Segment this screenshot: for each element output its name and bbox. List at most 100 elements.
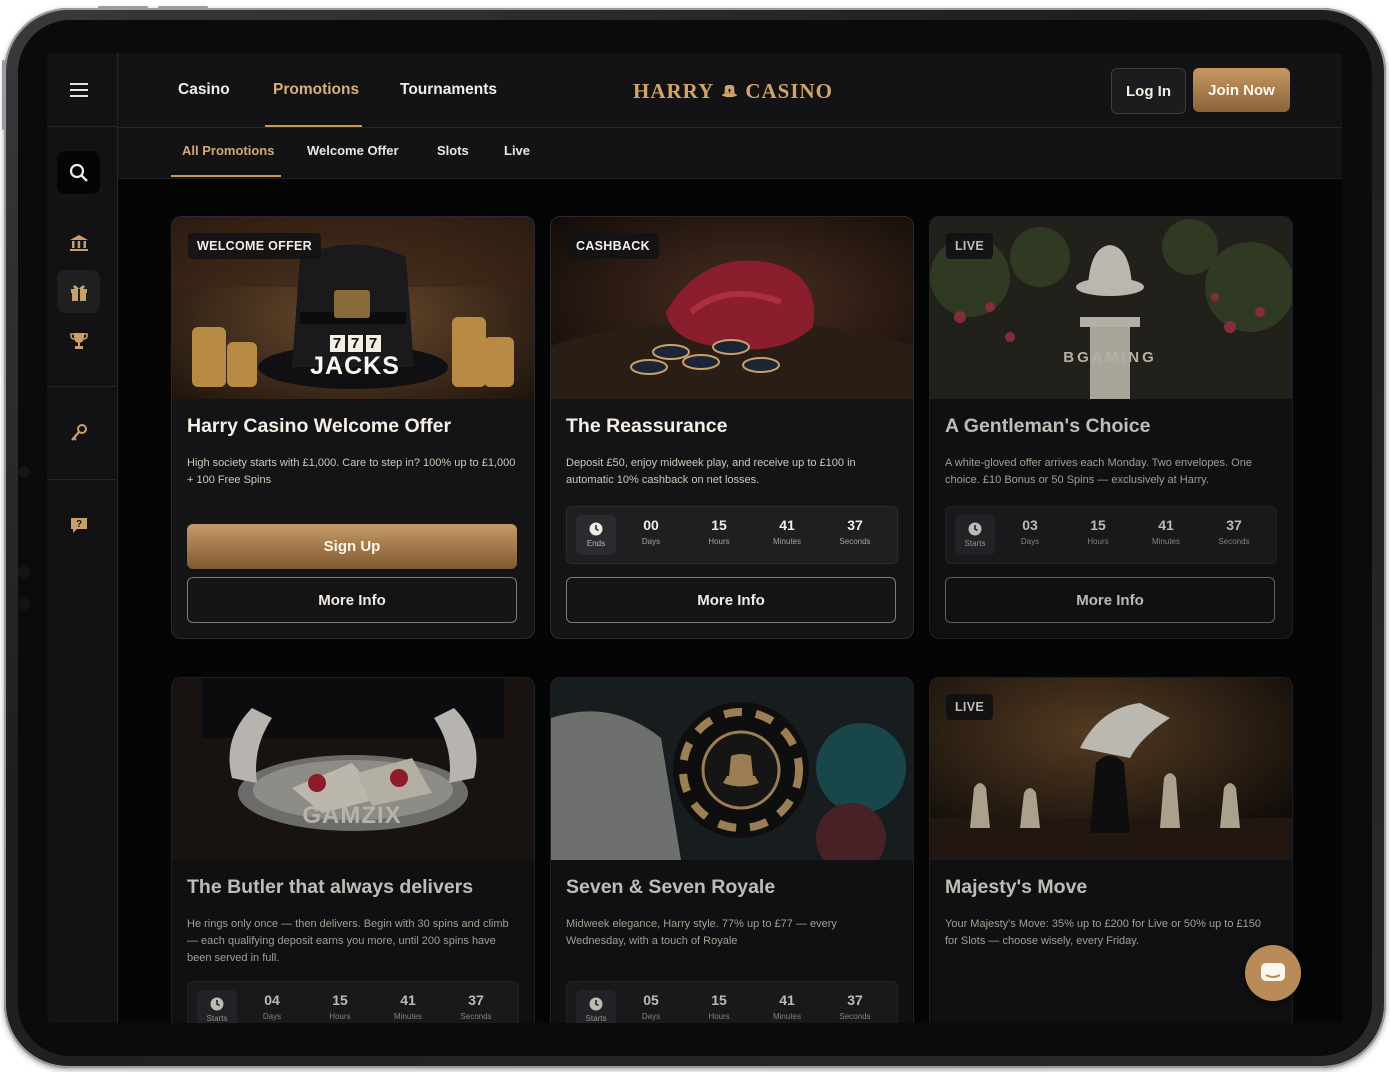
svg-text:?: ? (75, 519, 81, 530)
divider (47, 126, 117, 127)
divider (47, 386, 117, 387)
trophy-icon[interactable] (57, 319, 100, 362)
promo-title: Majesty's Move (945, 876, 1088, 898)
promo-description: Your Majesty's Move: 35% up to £200 for … (945, 918, 1261, 947)
timer-days: 05 Days (641, 992, 661, 1021)
promo-card: Seven & Seven Royale Midweek elegance, H… (550, 677, 914, 1023)
join-now-button[interactable]: Join Now (1193, 68, 1290, 112)
timer-label: Ends (586, 539, 606, 548)
tab-live[interactable]: Live (504, 143, 530, 158)
promo-image: LIVE BGAMING (930, 217, 1292, 399)
live-chat-button[interactable] (1245, 945, 1301, 1001)
countdown-timer: Ends 00 Days 15 Hours 41 Minutes 37 Seconds (566, 506, 898, 564)
promo-title: The Reassurance (566, 415, 728, 437)
promo-badge: LIVE (946, 233, 993, 259)
jacks-logo: 7 7 7 JACKS (305, 335, 405, 381)
promo-description: A white-gloved offer arrives each Monday… (945, 457, 1252, 486)
jacks-wordmark: JACKS (310, 352, 400, 380)
divider (47, 479, 117, 480)
timer-minutes: 41 Minutes (393, 992, 422, 1021)
sidebar: ? (47, 53, 118, 1023)
more-info-button[interactable]: More Info (945, 577, 1275, 623)
search-icon[interactable] (57, 151, 100, 194)
timer-hours: 15 Hours (708, 992, 730, 1021)
promo-card: GAMZIX The Butler that always delivers H… (171, 677, 535, 1023)
key-icon[interactable] (57, 411, 100, 454)
timer-seconds: 37 Seconds (839, 992, 871, 1021)
promo-image (551, 678, 913, 860)
promo-badge: CASHBACK (567, 233, 659, 259)
gift-icon[interactable] (57, 270, 100, 313)
promo-badge: WELCOME OFFER (188, 233, 322, 259)
promo-card: LIVE BGAMING A Gentleman's Choice A whit… (929, 216, 1293, 639)
promo-card: CASHBACK The Reassurance Deposit £50, en… (550, 216, 914, 639)
promo-description: High society starts with £1,000. Care to… (187, 457, 516, 486)
countdown-timer: Starts 04 Days 15 Hours 41 Minutes 37 Second… (187, 981, 519, 1023)
hat-logo-icon (721, 84, 738, 98)
tab-all-promotions[interactable]: All Promotions (182, 143, 274, 158)
countdown-timer: Starts 03 Days 15 Hours 41 Minutes 37 Second… (945, 506, 1277, 564)
top-navigation: Casino Promotions Tournaments HARRY CASI… (118, 53, 1342, 128)
device-sensor (18, 598, 30, 610)
brand-logo[interactable]: HARRY CASINO (633, 76, 833, 106)
promo-title: A Gentleman's Choice (945, 415, 1151, 437)
device-button (2, 60, 5, 130)
promo-description: Midweek elegance, Harry style. 77% up to… (566, 918, 837, 947)
active-filter-indicator (171, 175, 281, 177)
provider-logo: BGAMING (1063, 349, 1157, 366)
timer-minutes: 41 Minutes (1151, 517, 1180, 546)
reel-symbol: 7 (329, 335, 345, 352)
active-tab-indicator (265, 125, 362, 127)
promo-card: WELCOME OFFER 7 7 7 JACKS Harry Casino W… (171, 216, 535, 639)
help-icon[interactable]: ? (57, 503, 100, 546)
menu-icon[interactable] (57, 68, 100, 111)
promo-title: Seven & Seven Royale (566, 876, 776, 898)
logo-text-right: CASINO (745, 78, 833, 103)
timer-label: Starts (206, 1014, 228, 1023)
promo-description: Deposit £50, enjoy midweek play, and rec… (566, 457, 856, 486)
sign-up-button[interactable]: Sign Up (187, 524, 517, 569)
app-screen: ? Casino Promotions Tournaments HARRY CA… (47, 53, 1342, 1023)
more-info-button[interactable]: More Info (566, 577, 896, 623)
promotions-filter-bar: All Promotions Welcome Offer Slots Live (118, 128, 1342, 179)
timer-hours: 15 Hours (329, 992, 351, 1021)
timer-seconds: 37 Seconds (460, 992, 492, 1021)
chat-icon (1261, 963, 1285, 981)
timer-days: 00 Days (641, 517, 661, 546)
promo-image: GAMZIX (172, 678, 534, 860)
reel-symbol: 7 (365, 335, 381, 352)
clock-icon: Ends (576, 515, 616, 555)
clock-icon: Starts (955, 515, 995, 555)
timer-minutes: 41 Minutes (772, 992, 801, 1021)
nav-tournaments[interactable]: Tournaments (400, 81, 497, 99)
timer-label: Starts (585, 1014, 607, 1023)
device-button (158, 6, 208, 9)
tab-slots[interactable]: Slots (437, 143, 469, 158)
bank-icon[interactable] (57, 221, 100, 264)
provider-logo: GAMZIX (302, 802, 402, 829)
promo-image: CASHBACK (551, 217, 913, 399)
tab-welcome-offer[interactable]: Welcome Offer (307, 143, 399, 158)
nav-casino[interactable]: Casino (178, 81, 230, 99)
clock-icon: Starts (197, 990, 237, 1023)
device-sensor (18, 566, 30, 578)
device-button (98, 6, 148, 9)
timer-days: 03 Days (1020, 517, 1040, 546)
timer-hours: 15 Hours (1087, 517, 1109, 546)
device-sensor (18, 466, 30, 478)
promo-title: The Butler that always delivers (187, 876, 474, 898)
timer-seconds: 37 Seconds (1218, 517, 1250, 546)
timer-seconds: 37 Seconds (839, 517, 871, 546)
promo-title: Harry Casino Welcome Offer (187, 415, 452, 437)
timer-minutes: 41 Minutes (772, 517, 801, 546)
logo-text-left: HARRY (633, 78, 715, 103)
countdown-timer: Starts 05 Days 15 Hours 41 Minutes 37 Second… (566, 981, 898, 1023)
timer-days: 04 Days (262, 992, 282, 1021)
login-button[interactable]: Log In (1111, 68, 1186, 114)
promo-card: LIVE Majesty's Move Your Majesty's Move:… (929, 677, 1293, 1023)
timer-hours: 15 Hours (708, 517, 730, 546)
timer-label: Starts (964, 539, 986, 548)
clock-icon: Starts (576, 990, 616, 1023)
more-info-button[interactable]: More Info (187, 577, 517, 623)
nav-promotions[interactable]: Promotions (273, 81, 359, 99)
